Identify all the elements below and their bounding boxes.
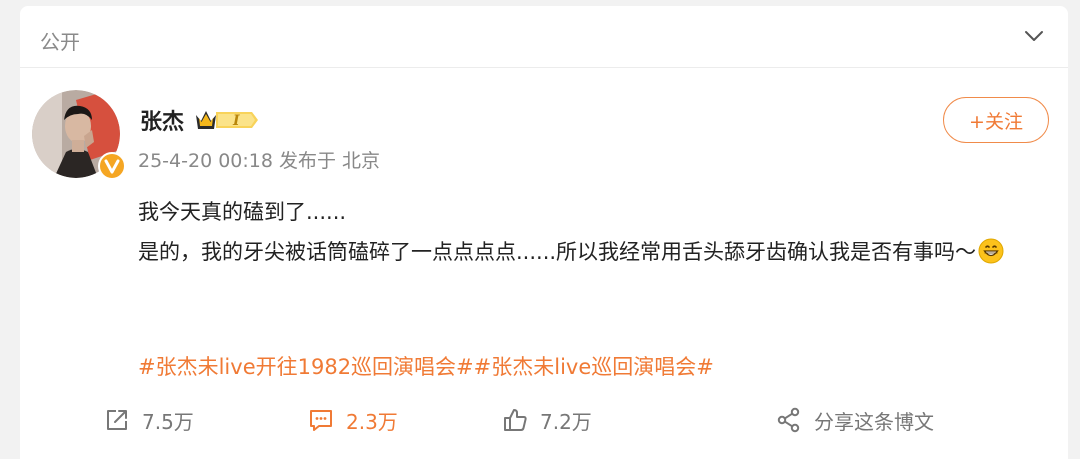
post-content: 我今天真的磕到了...... 是的，我的牙尖被话筒磕碎了一点点点点......所… (138, 192, 1038, 272)
share-label: 分享这条博文 (814, 409, 934, 434)
hashtag-1[interactable]: #张杰未live开往1982巡回演唱会# (138, 355, 474, 379)
share-nodes-icon (777, 407, 800, 433)
author-name-row: 张杰 I (140, 104, 260, 136)
post-card: 公开 张杰 I 25-4-20 00:18 发布于 北京 +关注 我今天真的磕到… (20, 6, 1068, 459)
visibility-row: 公开 (20, 6, 1068, 68)
hashtag-2[interactable]: #张杰未live巡回演唱会# (474, 355, 714, 379)
action-bar: 7.5万 2.3万 7.2万 分享这条博文 (20, 400, 1068, 440)
like-button[interactable]: 7.2万 (500, 400, 592, 440)
chevron-down-icon[interactable] (1022, 24, 1046, 48)
like-count: 7.2万 (540, 409, 592, 434)
badge-level: I (232, 113, 240, 129)
author-avatar[interactable] (32, 90, 126, 182)
comment-count: 2.3万 (346, 409, 398, 434)
verified-v-icon (98, 152, 126, 180)
content-line-2: 是的，我的牙尖被话筒磕碎了一点点点点......所以我经常用舌头舔牙齿确认我是否… (138, 232, 1038, 272)
comment-button[interactable]: 2.3万 (306, 400, 398, 440)
content-line-2-text: 是的，我的牙尖被话筒磕碎了一点点点点......所以我经常用舌头舔牙齿确认我是否… (138, 240, 977, 264)
grinning-face-icon (978, 238, 1004, 264)
comment-icon (310, 410, 332, 431)
repost-button[interactable]: 7.5万 (102, 400, 194, 440)
post-meta: 25-4-20 00:18 发布于 北京 (138, 150, 381, 172)
crown-level-badge-icon[interactable]: I (194, 107, 260, 133)
author-name[interactable]: 张杰 (140, 104, 184, 136)
repost-count: 7.5万 (142, 409, 194, 434)
share-button[interactable]: 分享这条博文 (774, 400, 934, 440)
thumbs-up-icon (504, 409, 527, 431)
share-arrow-icon (107, 410, 127, 430)
follow-button[interactable]: +关注 (943, 97, 1049, 143)
post-tags: #张杰未live开往1982巡回演唱会##张杰未live巡回演唱会# (138, 351, 714, 381)
visibility-label: 公开 (40, 30, 80, 54)
content-line-1: 我今天真的磕到了...... (138, 200, 347, 224)
